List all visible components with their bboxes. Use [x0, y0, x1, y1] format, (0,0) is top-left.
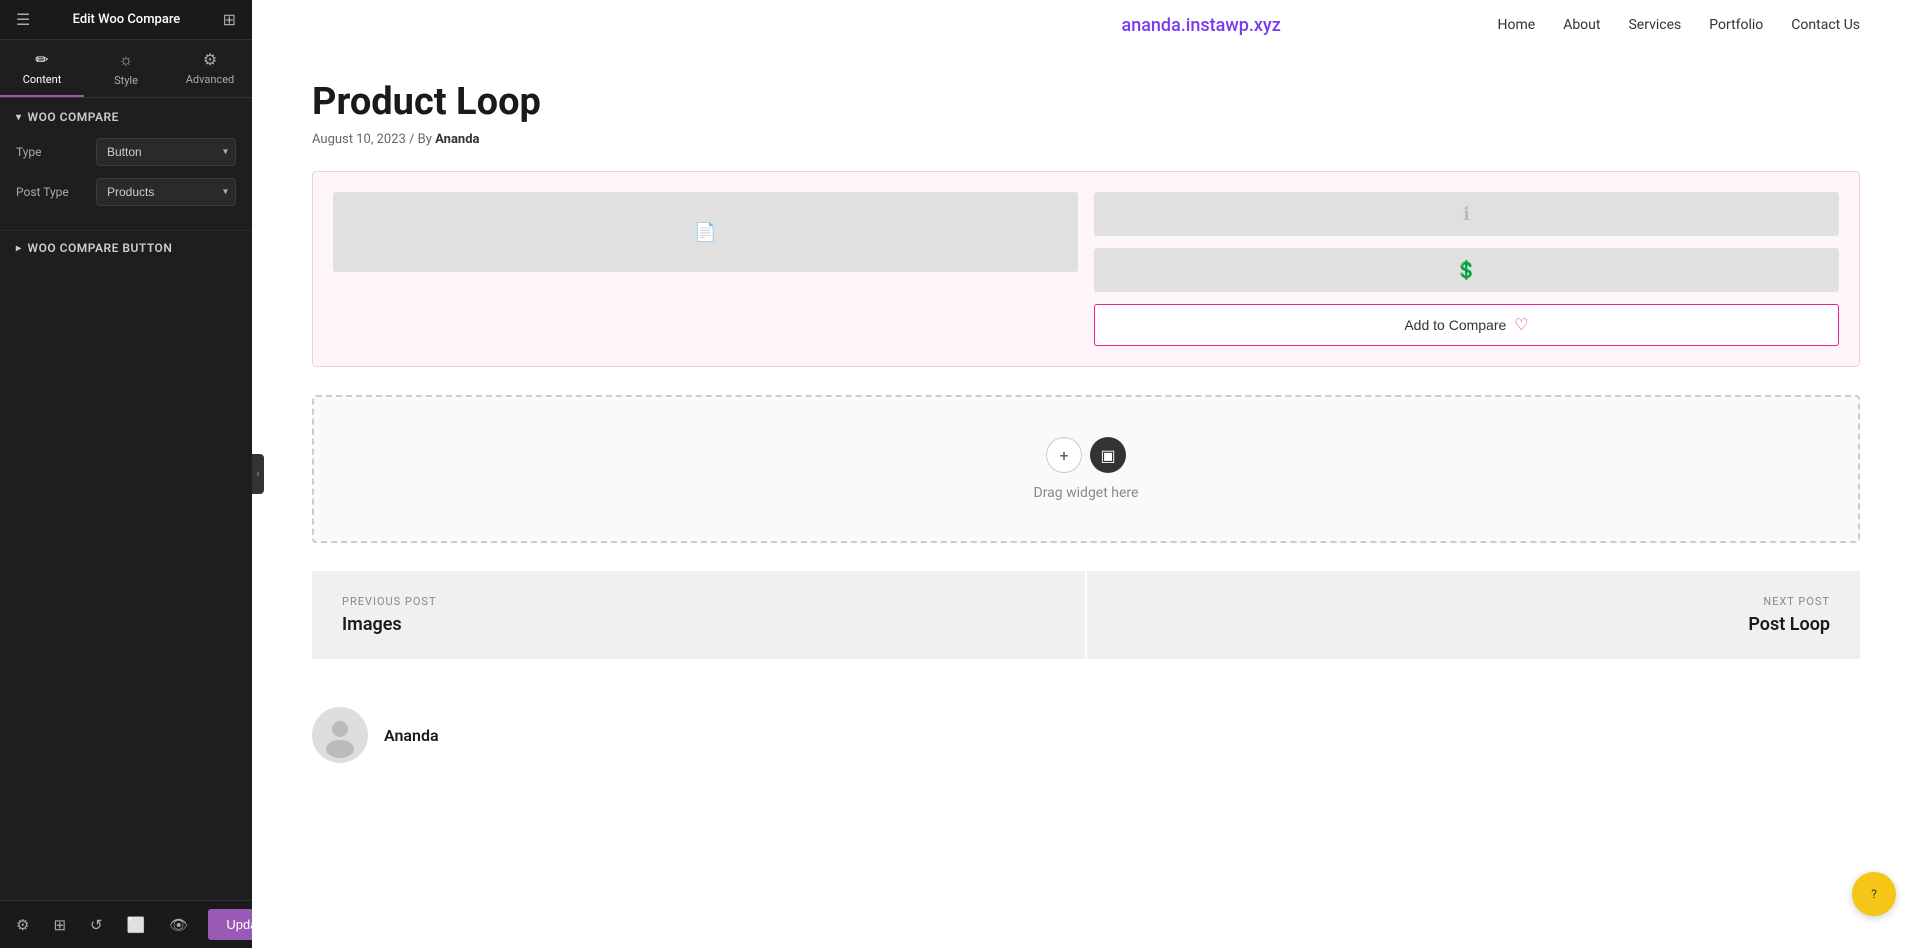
tab-advanced-label: Advanced — [186, 73, 234, 86]
style-tab-icon: ☼ — [119, 50, 134, 70]
nav-links: Home About Services Portfolio Contact Us — [1498, 17, 1861, 33]
product-image-placeholder: 📄 — [333, 192, 1078, 272]
product-left: 📄 — [333, 192, 1078, 346]
type-row: Type Button Checkbox — [16, 138, 236, 166]
author-avatar — [312, 707, 368, 763]
preview-icon[interactable]: 👁 — [165, 912, 192, 938]
layers-icon[interactable]: ⊞ — [49, 912, 70, 938]
post-type-select-wrap: Products Posts — [96, 178, 236, 206]
post-meta: August 10, 2023 / By Ananda — [312, 132, 1860, 147]
tab-content[interactable]: ✏ Content — [0, 40, 84, 97]
top-nav: ananda.instawp.xyz Home About Services P… — [252, 0, 1920, 50]
responsive-icon[interactable]: ⬜ — [123, 912, 150, 938]
type-select-wrap: Button Checkbox — [96, 138, 236, 166]
post-date: August 10, 2023 / By — [312, 132, 435, 147]
woo-compare-section-header[interactable]: ▾ Woo Compare — [16, 110, 236, 124]
drag-widget-icons: + ▣ — [1046, 437, 1126, 473]
history-icon[interactable]: ↺ — [86, 912, 107, 938]
tab-advanced[interactable]: ⚙ Advanced — [168, 40, 252, 97]
price-icon: 💲 — [1455, 260, 1477, 281]
product-right: ℹ 💲 Add to Compare ♡ — [1094, 192, 1839, 346]
sidebar: ☰ Edit Woo Compare ⊞ ✏ Content ☼ Style ⚙… — [0, 0, 252, 948]
previous-post-title: Images — [342, 614, 1055, 635]
post-navigation: PREVIOUS POST Images NEXT POST Post Loop — [312, 571, 1860, 659]
post-type-label: Post Type — [16, 185, 96, 199]
tab-content-label: Content — [23, 73, 62, 86]
type-label: Type — [16, 145, 96, 159]
sidebar-bottom-toolbar: ⚙ ⊞ ↺ ⬜ 👁 Update ▲ — [0, 900, 252, 948]
main-content: ananda.instawp.xyz Home About Services P… — [252, 0, 1920, 948]
widget-library-button[interactable]: ▣ — [1090, 437, 1126, 473]
next-post-link[interactable]: NEXT POST Post Loop — [1087, 571, 1860, 659]
advanced-tab-icon: ⚙ — [203, 50, 217, 69]
post-type-select[interactable]: Products Posts — [96, 178, 236, 206]
info-icon: ℹ — [1463, 204, 1470, 225]
collapse-handle[interactable]: ‹ — [252, 454, 264, 494]
add-widget-button[interactable]: + — [1046, 437, 1082, 473]
hamburger-icon[interactable]: ☰ — [16, 10, 30, 29]
nav-services[interactable]: Services — [1628, 17, 1681, 33]
woo-compare-button-section-header[interactable]: ▸ Woo Compare Button — [16, 241, 236, 255]
heart-icon: ♡ — [1514, 315, 1528, 335]
post-author-name: Ananda — [435, 132, 479, 147]
sidebar-tabs: ✏ Content ☼ Style ⚙ Advanced — [0, 40, 252, 98]
nav-contact[interactable]: Contact Us — [1791, 17, 1860, 33]
floating-action-button[interactable]: ? — [1852, 872, 1896, 916]
previous-post-link[interactable]: PREVIOUS POST Images — [312, 571, 1085, 659]
settings-icon[interactable]: ⚙ — [12, 912, 33, 938]
woo-compare-button-title: Woo Compare Button — [28, 241, 173, 255]
product-card-area: 📄 ℹ 💲 Add to Compare ♡ — [312, 171, 1860, 367]
type-select[interactable]: Button Checkbox — [96, 138, 236, 166]
page-body: Product Loop August 10, 2023 / By Ananda… — [252, 50, 1920, 813]
nav-portfolio[interactable]: Portfolio — [1709, 17, 1763, 33]
nav-home[interactable]: Home — [1498, 17, 1536, 33]
tab-style-label: Style — [114, 74, 138, 87]
post-type-row: Post Type Products Posts — [16, 178, 236, 206]
content-tab-icon: ✏ — [35, 50, 48, 69]
grid-icon[interactable]: ⊞ — [223, 10, 236, 29]
tab-style[interactable]: ☼ Style — [84, 40, 168, 97]
drag-widget-area: + ▣ Drag widget here — [312, 395, 1860, 543]
author-section: Ananda — [312, 687, 1860, 783]
woo-compare-section: ▾ Woo Compare Type Button Checkbox Post … — [0, 98, 252, 231]
site-url[interactable]: ananda.instawp.xyz — [905, 15, 1498, 36]
image-icon: 📄 — [694, 222, 716, 243]
drag-widget-text: Drag widget here — [1034, 485, 1139, 501]
add-to-compare-button[interactable]: Add to Compare ♡ — [1094, 304, 1839, 346]
chevron-down-icon: ▾ — [16, 112, 22, 123]
sidebar-header: ☰ Edit Woo Compare ⊞ — [0, 0, 252, 40]
post-title: Product Loop — [312, 80, 1860, 124]
nav-about[interactable]: About — [1563, 17, 1600, 33]
next-post-label: NEXT POST — [1117, 595, 1830, 608]
next-post-title: Post Loop — [1117, 614, 1830, 635]
chevron-right-icon: ▸ — [16, 243, 22, 254]
product-price-placeholder: 💲 — [1094, 248, 1839, 292]
woo-compare-title: Woo Compare — [28, 110, 119, 124]
previous-post-label: PREVIOUS POST — [342, 595, 1055, 608]
add-to-compare-label: Add to Compare — [1404, 317, 1506, 333]
svg-text:?: ? — [1871, 887, 1877, 901]
woo-compare-button-section: ▸ Woo Compare Button — [0, 231, 252, 265]
author-name: Ananda — [384, 726, 439, 745]
product-info-placeholder: ℹ — [1094, 192, 1839, 236]
sidebar-title: Edit Woo Compare — [73, 12, 181, 27]
